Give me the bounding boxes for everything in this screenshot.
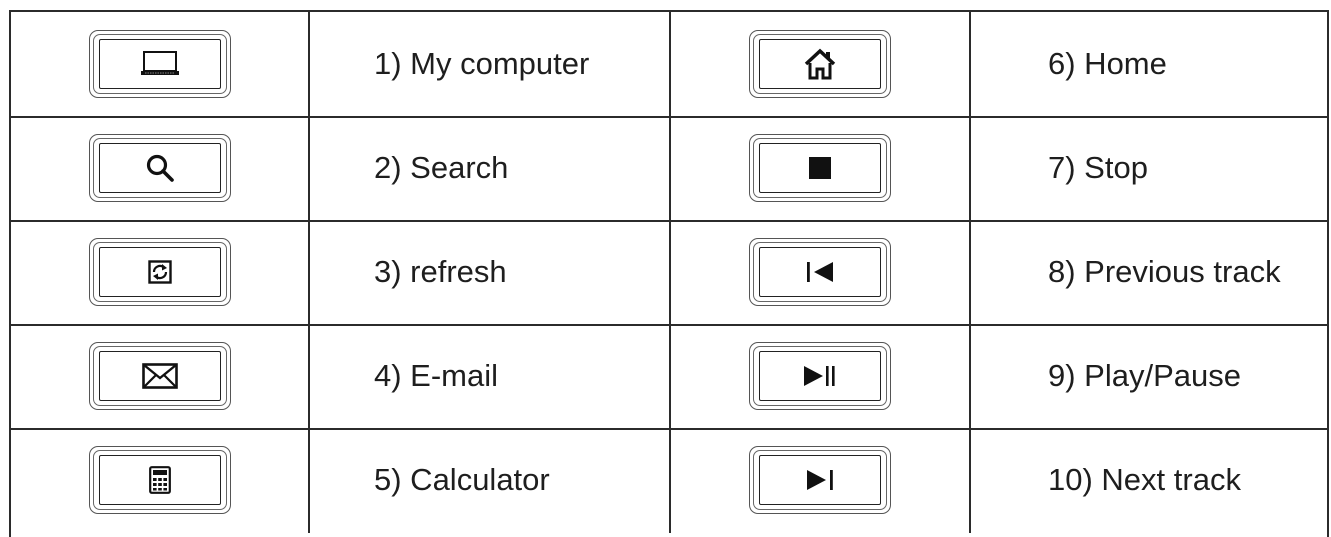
email-key (88, 342, 231, 410)
play-pause-key (749, 342, 891, 410)
table-row: 4) E-mail 9) Play/Pause (11, 324, 1327, 430)
calculator-icon (148, 466, 171, 494)
label-search: 2) Search (374, 150, 509, 185)
column-divider (308, 324, 310, 428)
next-track-key (749, 446, 891, 514)
stop-icon (808, 156, 832, 180)
table-row: 3) refresh 8) Previous track (11, 220, 1327, 326)
previous-track-key (749, 238, 891, 306)
hotkey-table: 1) My computer 6) Home 2) Search 7) Stop… (9, 10, 1329, 537)
key-cell (671, 220, 969, 324)
label-play-pause: 9) Play/Pause (1048, 358, 1241, 393)
column-divider (969, 428, 971, 533)
table-row: 2) Search 7) Stop (11, 116, 1327, 222)
column-divider (969, 220, 971, 324)
key-cell (671, 12, 969, 116)
table-row: 5) Calculator 10) Next track (11, 428, 1327, 533)
key-cell (11, 220, 308, 324)
calculator-key (88, 446, 231, 514)
label-calculator: 5) Calculator (374, 462, 550, 497)
key-cell (671, 324, 969, 428)
column-divider (969, 116, 971, 220)
computer-icon (140, 51, 180, 77)
refresh-icon (147, 260, 172, 284)
key-cell (11, 428, 308, 532)
home-key (749, 30, 891, 98)
previous-track-icon (806, 261, 834, 283)
column-divider (308, 12, 310, 116)
home-icon (803, 48, 837, 80)
key-cell (11, 324, 308, 428)
search-key (88, 134, 231, 202)
next-track-icon (806, 469, 834, 491)
search-icon (145, 153, 175, 183)
key-cell (11, 116, 308, 220)
table-row: 1) My computer 6) Home (11, 12, 1327, 118)
label-my-computer: 1) My computer (374, 46, 590, 81)
label-next-track: 10) Next track (1048, 462, 1241, 497)
column-divider (969, 324, 971, 428)
email-icon (141, 363, 178, 389)
column-divider (969, 12, 971, 116)
label-home: 6) Home (1048, 46, 1167, 81)
label-email: 4) E-mail (374, 358, 499, 393)
label-stop: 7) Stop (1048, 150, 1148, 185)
column-divider (308, 220, 310, 324)
column-divider (308, 428, 310, 533)
key-cell (11, 12, 308, 116)
refresh-key (88, 238, 231, 306)
key-cell (671, 116, 969, 220)
label-previous-track: 8) Previous track (1048, 254, 1281, 289)
stop-key (749, 134, 891, 202)
play-pause-icon (803, 365, 837, 387)
my-computer-key (88, 30, 231, 98)
label-refresh: 3) refresh (374, 254, 507, 289)
key-cell (671, 428, 969, 532)
column-divider (308, 116, 310, 220)
